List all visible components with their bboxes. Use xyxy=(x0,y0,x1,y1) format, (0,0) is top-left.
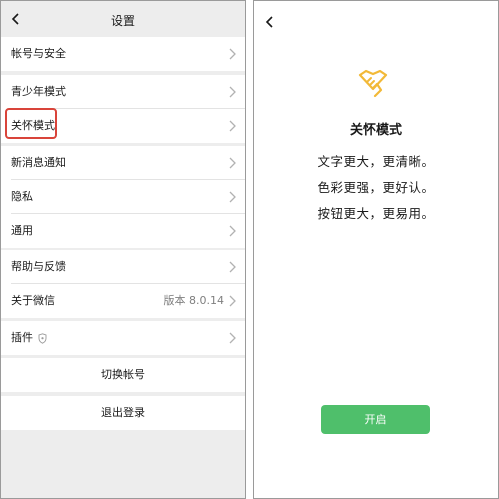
chevron-right-icon xyxy=(229,225,236,237)
settings-nav-bar: 设置 xyxy=(1,1,245,37)
care-mode-highlight-box xyxy=(5,108,57,139)
settings-item-account-security[interactable]: 帐号与安全 xyxy=(1,37,245,71)
settings-item-label: 通用 xyxy=(11,224,33,237)
chevron-right-icon xyxy=(229,86,236,98)
chevron-right-icon xyxy=(229,120,236,132)
care-mode-feature-text: 文字更大，更清晰。 xyxy=(317,154,435,169)
settings-item-label: 关于微信 xyxy=(11,294,55,307)
settings-item-privacy[interactable]: 隐私 xyxy=(1,180,245,214)
logout-label: 退出登录 xyxy=(101,406,145,419)
settings-item-label: 青少年模式 xyxy=(11,85,66,98)
settings-item-label: 帮助与反馈 xyxy=(11,260,66,273)
page-title: 设置 xyxy=(110,14,135,28)
switch-account-button[interactable]: 切换帐号 xyxy=(1,358,245,392)
settings-item-notifications[interactable]: 新消息通知 xyxy=(1,146,245,180)
settings-item-about[interactable]: 关于微信 版本 8.0.14 xyxy=(1,284,245,318)
chevron-right-icon xyxy=(229,157,236,169)
chevron-right-icon xyxy=(229,295,236,307)
chevron-right-icon xyxy=(229,191,236,203)
version-value: 版本 8.0.14 xyxy=(163,294,224,307)
settings-item-label: 插件 xyxy=(11,331,33,344)
settings-item-label: 隐私 xyxy=(11,190,33,203)
settings-screen: 设置 帐号与安全 青少年模式 关怀模式 新消息通知 隐私 通用 帮助与反馈 关于… xyxy=(0,0,246,499)
settings-item-youth-mode[interactable]: 青少年模式 xyxy=(1,75,245,109)
chevron-right-icon xyxy=(229,261,236,273)
settings-item-help-feedback[interactable]: 帮助与反馈 xyxy=(1,250,245,284)
logout-button[interactable]: 退出登录 xyxy=(1,396,245,430)
heart-hand-icon xyxy=(358,69,388,98)
chevron-right-icon xyxy=(229,332,236,344)
shield-icon xyxy=(38,333,47,344)
back-chevron-icon[interactable] xyxy=(265,15,274,29)
care-mode-title: 关怀模式 xyxy=(349,123,402,138)
settings-item-plugins[interactable]: 插件 xyxy=(1,321,245,355)
enable-care-mode-button[interactable]: 开启 xyxy=(321,405,430,434)
care-mode-feature-button: 按钮更大，更易用。 xyxy=(317,206,435,221)
settings-item-label: 新消息通知 xyxy=(11,156,66,169)
chevron-right-icon xyxy=(229,48,236,60)
settings-item-general[interactable]: 通用 xyxy=(1,214,245,248)
settings-item-label: 帐号与安全 xyxy=(11,47,66,60)
care-mode-feature-color: 色彩更强，更好认。 xyxy=(317,180,435,195)
switch-account-label: 切换帐号 xyxy=(101,368,145,381)
